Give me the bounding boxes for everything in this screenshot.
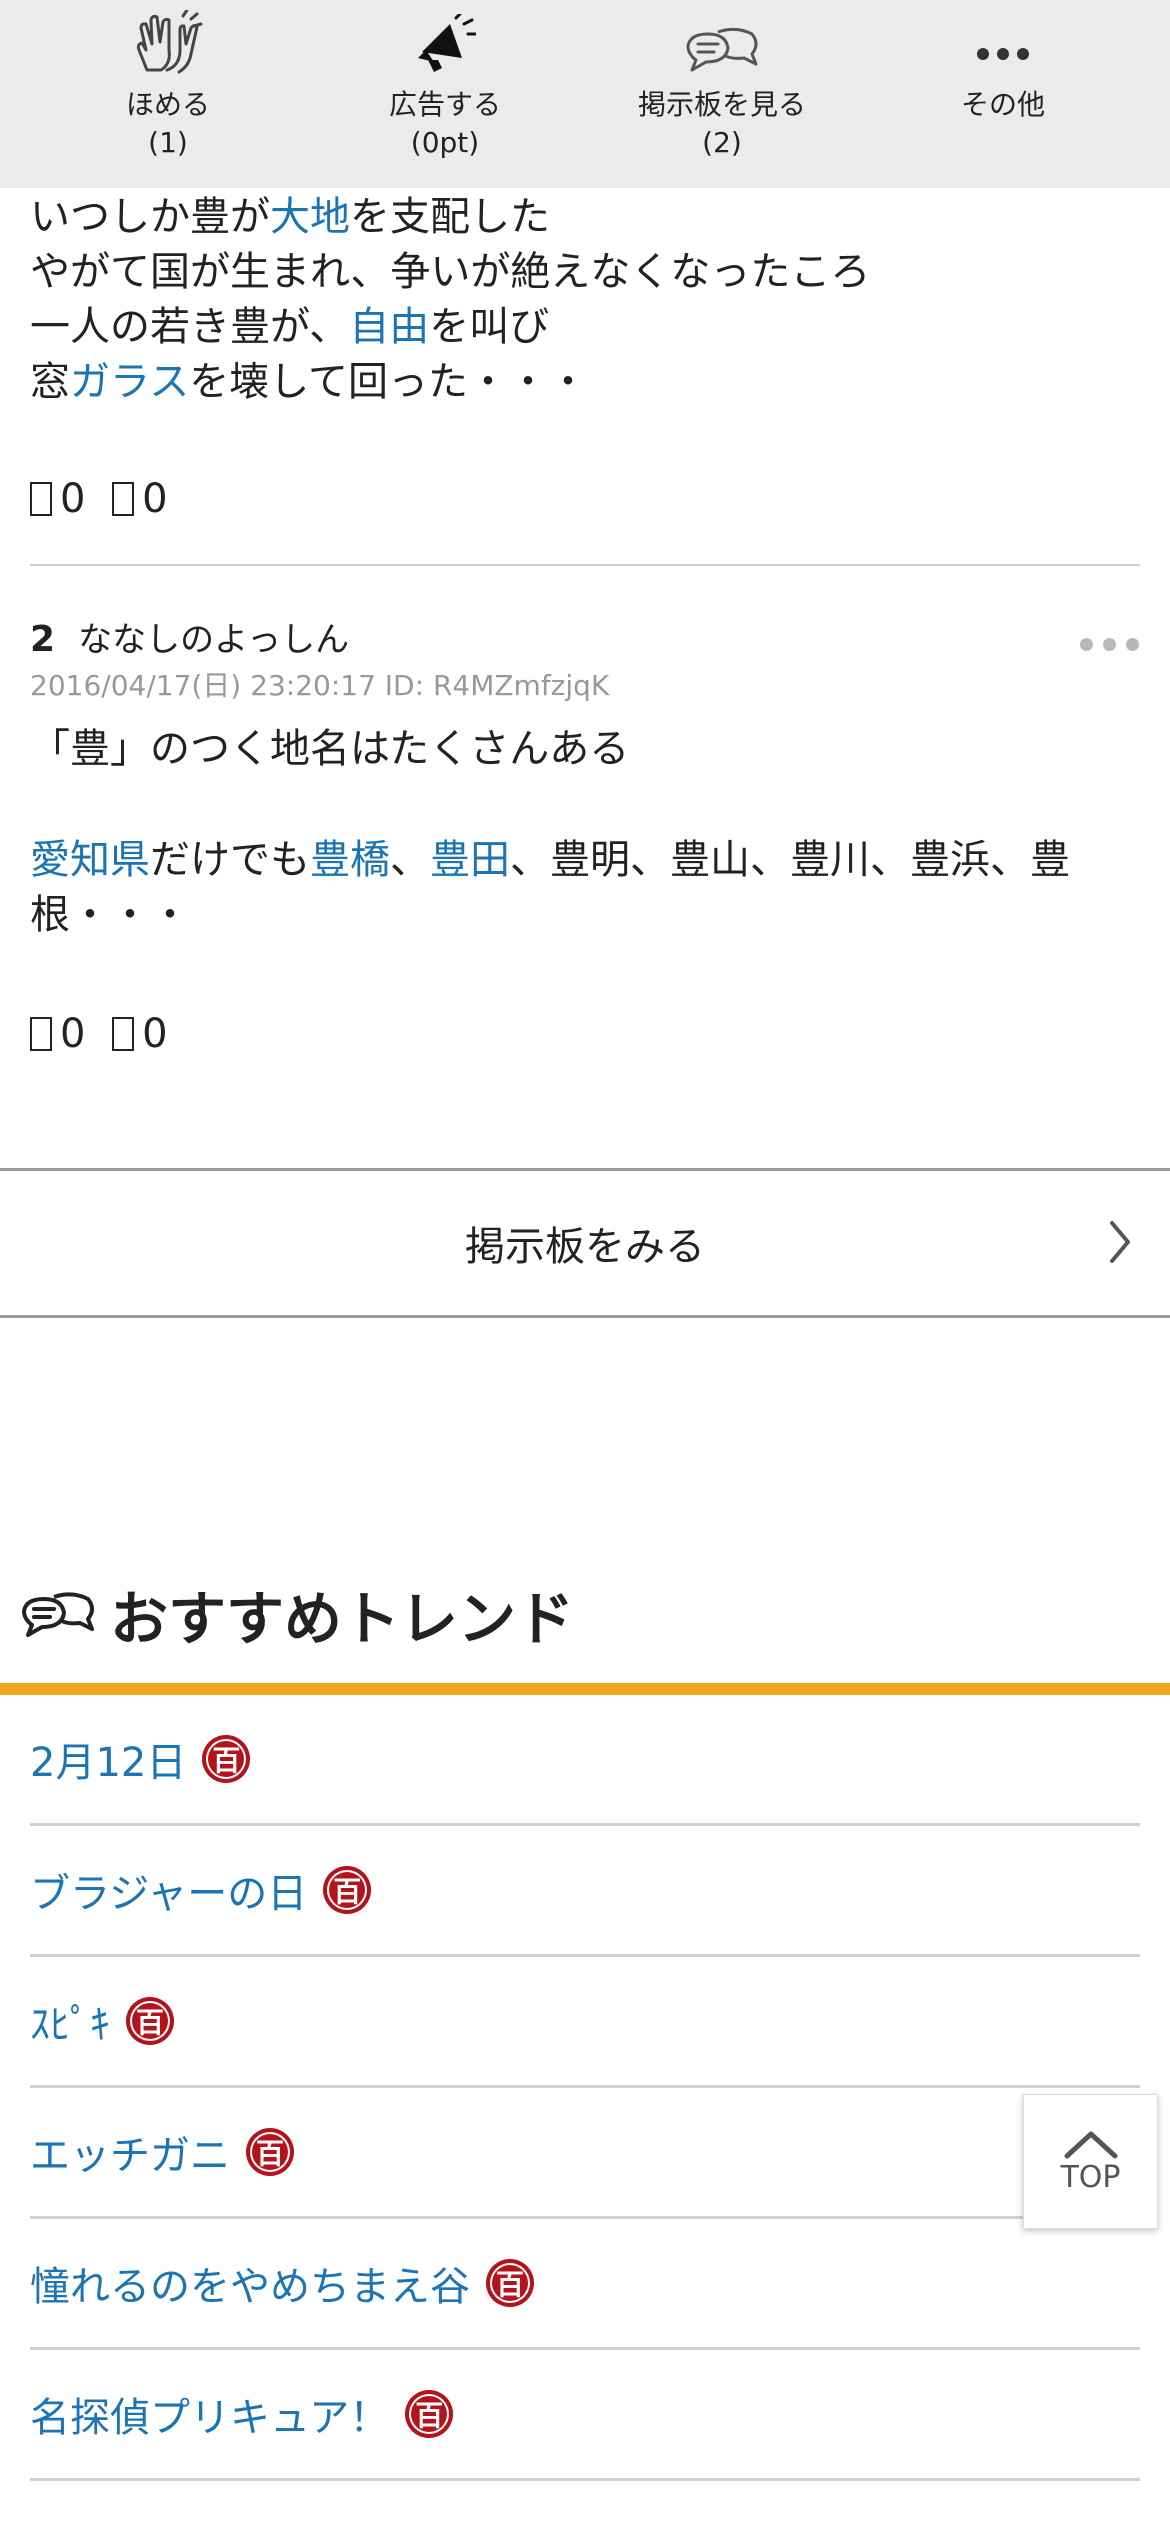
bad-button[interactable]: 0 (112, 476, 168, 522)
text: を叫び (429, 304, 550, 350)
view-board-link[interactable]: 掲示板をみる (0, 1168, 1170, 1318)
trend-item[interactable]: 2月12日百 (30, 1695, 1140, 1826)
more-options-button[interactable]: その他 (883, 14, 1123, 124)
post-1-reactions: 0 0 (30, 474, 1140, 524)
link-jiyuu[interactable]: 自由 (349, 304, 429, 350)
board-count: (2) (702, 126, 742, 159)
trend-item-label: 名探偵プリキュア！ (30, 2395, 390, 2441)
chevron-right-icon (1110, 1221, 1130, 1263)
hyakka-badge-icon: 百 (486, 2259, 534, 2307)
more-options-label: その他 (960, 88, 1045, 121)
thumbs-down-icon (112, 1017, 135, 1051)
trend-item[interactable]: 憧れるのをやめちまえ谷百 (30, 2219, 1140, 2350)
post-2-body: 「豊」のつく地名はたくさんある 愛知県だけでも豊橋、豊田、豊明、豊山、豊川、豊浜… (30, 722, 1140, 1059)
good-count: 0 (60, 476, 86, 522)
text: を壊して回った・・・ (189, 359, 589, 405)
text: 窓 (30, 359, 70, 405)
link-aichi[interactable]: 愛知県 (30, 837, 150, 883)
text: を支配した (350, 194, 550, 240)
trend-item-label: ブラジャーの日 (30, 1871, 308, 1917)
trend-item[interactable]: ｽﾋﾟｷ 百 (30, 1957, 1140, 2088)
text: 一人の若き豊が、 (30, 304, 350, 350)
hyakka-badge-icon: 百 (246, 2128, 294, 2176)
hyakka-badge-icon: 百 (405, 2390, 454, 2438)
post-2-line-1: 「豊」のつく地名はたくさんある (30, 726, 630, 772)
view-board-label: 掲示板を見る (637, 88, 806, 121)
trend-list: 2月12日百 ブラジャーの日百 ｽﾋﾟｷ百 エッチガニ百 憧れるのをやめちまえ谷… (30, 1695, 1140, 2481)
post-meta: 2016/04/17(日) 23:20:17 ID: R4MZmfzjqK (30, 669, 610, 702)
post-menu-icon[interactable] (1080, 638, 1139, 651)
post-1-line-1: いつしか豊が大地を支配した (30, 190, 1140, 245)
trend-item-label: エッチガニ (30, 2133, 230, 2179)
trend-heading: おすすめトレンド (20, 1572, 574, 1656)
speech-bubbles-icon (602, 14, 842, 74)
link-daichi[interactable]: 大地 (270, 194, 350, 240)
more-dots-icon (883, 14, 1123, 74)
chevron-up-icon (1064, 2131, 1117, 2159)
post-2-line-3: 根・・・ (30, 892, 190, 938)
link-toyota[interactable]: 豊田 (430, 837, 510, 883)
post-2-line-2: 愛知県だけでも豊橋、豊田、豊明、豊山、豊川、豊浜、豊 (30, 833, 1140, 888)
hyakka-badge-icon: 百 (323, 1866, 372, 1914)
trend-item-label: ｽﾋﾟｷ (30, 2002, 110, 2048)
poster-name: ななしのよっしん (78, 620, 350, 660)
hyakka-badge-icon: 百 (202, 1735, 251, 1783)
post-1-line-2: やがて国が生まれ、争いが絶えなくなったころ (30, 249, 871, 295)
text: だけでも (150, 837, 310, 883)
thumbs-up-icon (30, 482, 52, 516)
view-board-button[interactable]: 掲示板を見る (2) (602, 14, 842, 162)
text: 、 (390, 837, 430, 883)
text: いつしか豊が (30, 194, 270, 240)
thumbs-down-icon (112, 482, 135, 516)
bad-button[interactable]: 0 (112, 1011, 168, 1057)
post-number[interactable]: 2 (30, 619, 55, 660)
clap-icon (48, 10, 288, 74)
advertise-label: 広告する (388, 88, 501, 121)
trend-item-label: 2月12日 (30, 1740, 187, 1786)
post-1-body: いつしか豊が大地を支配した やがて国が生まれ、争いが絶えなくなったころ 一人の若… (30, 188, 1140, 566)
accent-divider (0, 1683, 1170, 1695)
trend-item-label: 憧れるのをやめちまえ谷 (30, 2264, 470, 2310)
trend-title: おすすめトレンド (110, 1585, 575, 1653)
back-to-top-label: TOP (1060, 2160, 1121, 2195)
megaphone-icon (325, 14, 565, 74)
link-garasu[interactable]: ガラス (70, 359, 189, 405)
thumbs-up-icon (30, 1017, 52, 1051)
good-button[interactable]: 0 (30, 1011, 85, 1057)
trend-item[interactable]: エッチガニ百 (30, 2088, 1140, 2219)
action-toolbar: ほめる (1) 広告する (0pt) 掲示板を見る (2) その他 (0, 0, 1170, 188)
bad-count: 0 (142, 1011, 168, 1057)
post-1-line-4: 窓ガラスを壊して回った・・・ (30, 355, 1140, 410)
trend-item[interactable]: 名探偵プリキュア！ 百 (30, 2350, 1140, 2481)
back-to-top-button[interactable]: TOP (1023, 2094, 1158, 2229)
post-1-line-3: 一人の若き豊が、自由を叫び (30, 300, 1140, 355)
divider (30, 564, 1140, 566)
post-2-header: 2 ななしのよっしん (30, 612, 349, 661)
post-2-reactions: 0 0 (30, 1009, 1140, 1059)
praise-button[interactable]: ほめる (1) (48, 10, 288, 162)
good-button[interactable]: 0 (30, 476, 85, 522)
bad-count: 0 (142, 476, 168, 522)
link-toyohashi[interactable]: 豊橋 (310, 837, 390, 883)
advertise-points: (0pt) (410, 126, 480, 159)
text: 、豊明、豊山、豊川、豊浜、豊 (510, 837, 1070, 883)
good-count: 0 (60, 1011, 86, 1057)
trend-item[interactable]: ブラジャーの日百 (30, 1826, 1140, 1957)
speech-bubbles-icon (22, 1592, 94, 1637)
advertise-button[interactable]: 広告する (0pt) (325, 14, 565, 162)
praise-count: (1) (148, 126, 188, 159)
praise-label: ほめる (125, 88, 210, 121)
hyakka-badge-icon: 百 (126, 1997, 174, 2045)
view-board-link-label: 掲示板をみる (465, 1224, 705, 1270)
